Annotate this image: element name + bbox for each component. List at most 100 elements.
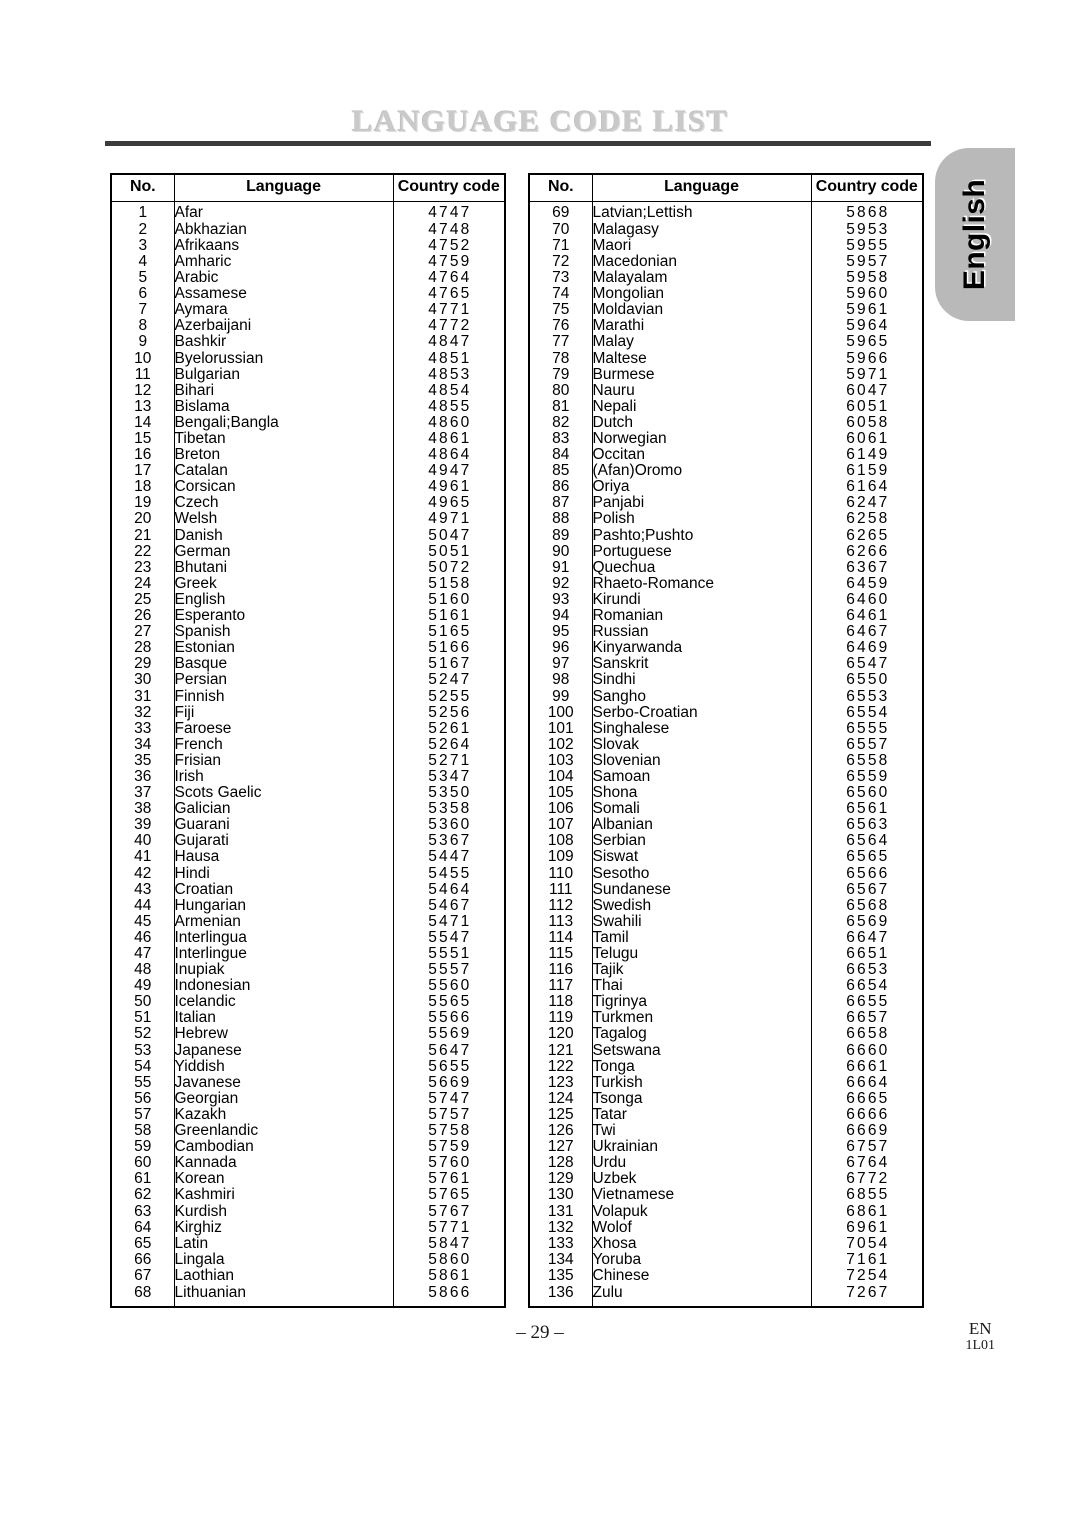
- cell-language: Thai: [592, 978, 812, 995]
- cell-country-code: 5961: [846, 302, 890, 319]
- table-row: 116 Tajik 6653: [530, 962, 922, 979]
- cell-language: Kurdish: [174, 1203, 394, 1220]
- cell-no: 74: [530, 286, 593, 303]
- cell-no: 128: [530, 1155, 593, 1172]
- table-row: 95 Russian 6467: [530, 624, 922, 641]
- cell-country-code: 5547: [428, 929, 472, 946]
- table-row: 36 Irish 5347: [112, 768, 504, 786]
- cell-country-code: 5051: [428, 543, 472, 560]
- cell-language: Afrikaans: [174, 237, 394, 254]
- cell-language: Samoan: [592, 768, 812, 786]
- cell-no: 24: [112, 575, 175, 592]
- table-row: 49 Indonesian 5560: [112, 978, 504, 995]
- cell-no: 32: [112, 704, 175, 721]
- cell-language: Abkhazian: [174, 221, 394, 238]
- cell-language: Hungarian: [174, 897, 394, 914]
- footer-document-code: 1L01: [965, 1338, 995, 1353]
- cell-country-code: 6757: [846, 1139, 890, 1156]
- cell-no: 81: [530, 398, 593, 415]
- table-row: 29 Basque 5167: [112, 656, 504, 673]
- cell-country-code: 4771: [428, 302, 472, 319]
- cell-country-code: 6664: [846, 1074, 890, 1091]
- cell-country-code: 5866: [428, 1284, 472, 1302]
- cell-country-code: 5655: [428, 1058, 472, 1075]
- cell-no: 9: [112, 334, 175, 351]
- table-row: 35 Frisian 5271: [112, 752, 504, 769]
- table-row: 10 Byelorussian 4851: [112, 350, 504, 367]
- cell-country-code: 5447: [428, 849, 472, 866]
- cell-no: 136: [530, 1283, 593, 1306]
- cell-country-code: 5165: [428, 624, 472, 641]
- cell-language: Swahili: [592, 913, 812, 930]
- table-row: 7 Aymara 4771: [112, 302, 504, 319]
- table-row: 32 Fiji 5256: [112, 704, 504, 721]
- cell-country-code: 6555: [846, 720, 890, 737]
- cell-no: 42: [112, 865, 175, 882]
- cell-country-code: 7054: [846, 1235, 890, 1252]
- table-row: 59 Cambodian 5759: [112, 1139, 504, 1156]
- cell-language: Ukrainian: [592, 1139, 812, 1156]
- cell-no: 104: [530, 768, 593, 786]
- cell-country-code: 4847: [428, 334, 472, 351]
- table-row: 78 Maltese 5966: [530, 350, 922, 367]
- cell-language: Malay: [592, 334, 812, 351]
- table-row: 133 Xhosa 7054: [530, 1235, 922, 1252]
- cell-no: 133: [530, 1235, 593, 1252]
- cell-country-code: 5771: [428, 1219, 472, 1236]
- cell-country-code: 6553: [846, 688, 890, 705]
- cell-no: 34: [112, 736, 175, 753]
- cell-country-code: 5760: [428, 1155, 472, 1172]
- cell-country-code: 5965: [846, 334, 890, 351]
- table-row: 89 Pashto;Pushto 6265: [530, 527, 922, 544]
- cell-no: 38: [112, 801, 175, 818]
- cell-country-code: 5747: [428, 1090, 472, 1107]
- cell-country-code: 5158: [428, 575, 472, 592]
- cell-no: 77: [530, 334, 593, 351]
- cell-country-code: 4764: [428, 270, 472, 287]
- cell-no: 66: [112, 1251, 175, 1268]
- cell-language: Kannada: [174, 1155, 394, 1172]
- table-row: 111 Sundanese 6567: [530, 881, 922, 898]
- cell-language: Amharic: [174, 253, 394, 271]
- table-row: 75 Moldavian 5961: [530, 302, 922, 319]
- cell-language: Bashkir: [174, 334, 394, 351]
- cell-language: Macedonian: [592, 253, 812, 271]
- cell-no: 35: [112, 752, 175, 769]
- cell-country-code: 5360: [428, 817, 472, 834]
- table-row: 83 Norwegian 6061: [530, 431, 922, 448]
- cell-language: Serbian: [592, 833, 812, 850]
- cell-country-code: 6557: [846, 736, 890, 753]
- cell-language: Faroese: [174, 720, 394, 737]
- cell-language: Bihari: [174, 382, 394, 399]
- cell-no: 25: [112, 591, 175, 609]
- cell-language: Setswana: [592, 1042, 812, 1059]
- table-body-left: 1 Afar 4747 2 Abkhazian 4748 3 Afrikaans 4752 4 Am…: [112, 201, 504, 1306]
- cell-country-code: 5767: [428, 1203, 472, 1220]
- cell-country-code: 5467: [428, 897, 472, 914]
- cell-country-code: 5358: [428, 801, 472, 818]
- cell-language: Cambodian: [174, 1139, 394, 1156]
- cell-no: 69: [530, 201, 593, 222]
- cell-country-code: 5565: [428, 994, 472, 1011]
- table-row: 100 Serbo-Croatian 6554: [530, 704, 922, 721]
- cell-country-code: 4752: [428, 237, 472, 254]
- footer-region-code: EN: [968, 1319, 992, 1338]
- cell-country-code: 6561: [846, 801, 890, 818]
- table-row: 88 Polish 6258: [530, 511, 922, 528]
- cell-no: 123: [530, 1074, 593, 1091]
- cell-country-code: 6051: [846, 398, 890, 415]
- cell-country-code: 6149: [846, 447, 890, 464]
- table-row: 63 Kurdish 5767: [112, 1203, 504, 1220]
- cell-language: Kazakh: [174, 1106, 394, 1124]
- side-tab-english: English: [935, 148, 1015, 321]
- cell-language: Georgian: [174, 1090, 394, 1107]
- table-row: 37 Scots Gaelic 5350: [112, 785, 504, 802]
- cell-no: 6: [112, 286, 175, 303]
- cell-no: 96: [530, 640, 593, 657]
- cell-language: Turkish: [592, 1074, 812, 1091]
- table-row: 45 Armenian 5471: [112, 913, 504, 930]
- cell-no: 31: [112, 688, 175, 705]
- cell-language: Burmese: [592, 366, 812, 383]
- table-row: 4 Amharic 4759: [112, 253, 504, 271]
- cell-country-code: 5047: [428, 527, 472, 544]
